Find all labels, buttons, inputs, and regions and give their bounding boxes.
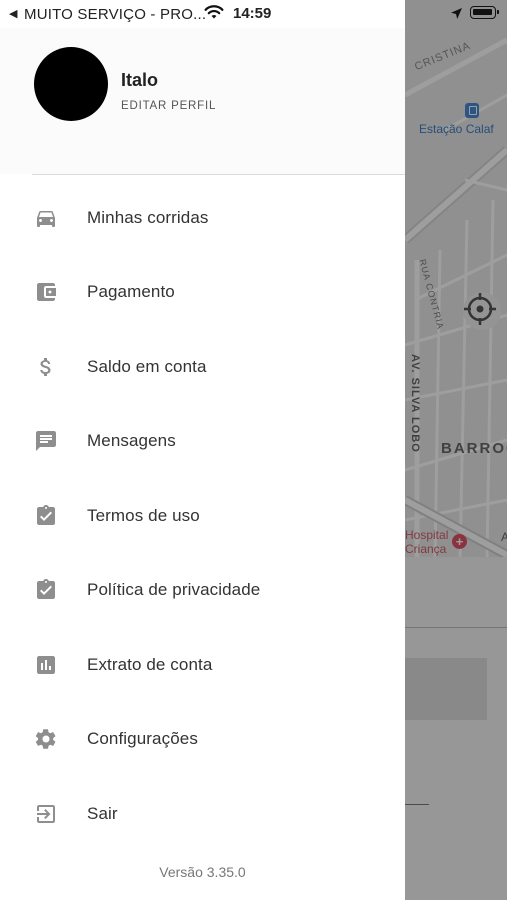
menu-item-pagamento[interactable]: Pagamento [0,262,405,322]
clipboard-check-icon [33,503,59,529]
clock: 14:59 [233,5,272,22]
bar-chart-icon [33,652,59,678]
avatar[interactable] [34,47,108,121]
menu-item-label: Termos de uso [87,506,200,525]
menu-item-termos-de-uso[interactable]: Termos de uso [0,486,405,546]
profile-name: Italo [121,70,159,90]
menu-item-label: Sair [87,804,118,823]
menu-item-label: Saldo em conta [87,357,207,376]
menu-item-extrato-de-conta[interactable]: Extrato de conta [0,635,405,695]
drawer-dim-overlay[interactable] [405,0,507,900]
navigation-drawer: Italo EDITAR PERFIL Minhas corridas Paga… [0,0,405,900]
battery-icon [470,6,499,19]
menu-item-politica-de-privacidade[interactable]: Política de privacidade [0,560,405,620]
clipboard-check-icon [33,577,59,603]
menu-item-label: Minhas corridas [87,208,209,227]
menu-item-label: Pagamento [87,282,175,301]
menu-item-sair[interactable]: Sair [0,784,405,844]
carrier-label[interactable]: MUITO SERVIÇO - PRO... [24,6,206,23]
wifi-icon [204,4,224,24]
back-to-app-icon[interactable]: ◀ [9,7,17,20]
edit-profile-link[interactable]: EDITAR PERFIL [121,100,216,112]
location-arrow-icon [450,7,463,24]
menu-item-configuracoes[interactable]: Configurações [0,709,405,769]
car-icon [33,205,59,231]
menu-item-label: Extrato de conta [87,655,213,674]
menu-item-label: Configurações [87,729,198,748]
menu-item-minhas-corridas[interactable]: Minhas corridas [0,188,405,248]
menu-item-label: Mensagens [87,431,176,450]
dollar-icon [33,354,59,380]
message-icon [33,428,59,454]
divider [32,174,405,175]
status-bar: ◀ MUITO SERVIÇO - PRO... 14:59 [0,0,507,28]
menu-item-label: Política de privacidade [87,580,261,599]
menu-item-mensagens[interactable]: Mensagens [0,411,405,471]
app-version: Versão 3.35.0 [159,864,246,880]
wallet-icon [33,279,59,305]
gear-icon [33,726,59,752]
exit-icon [33,801,59,827]
menu-item-saldo-em-conta[interactable]: Saldo em conta [0,337,405,397]
